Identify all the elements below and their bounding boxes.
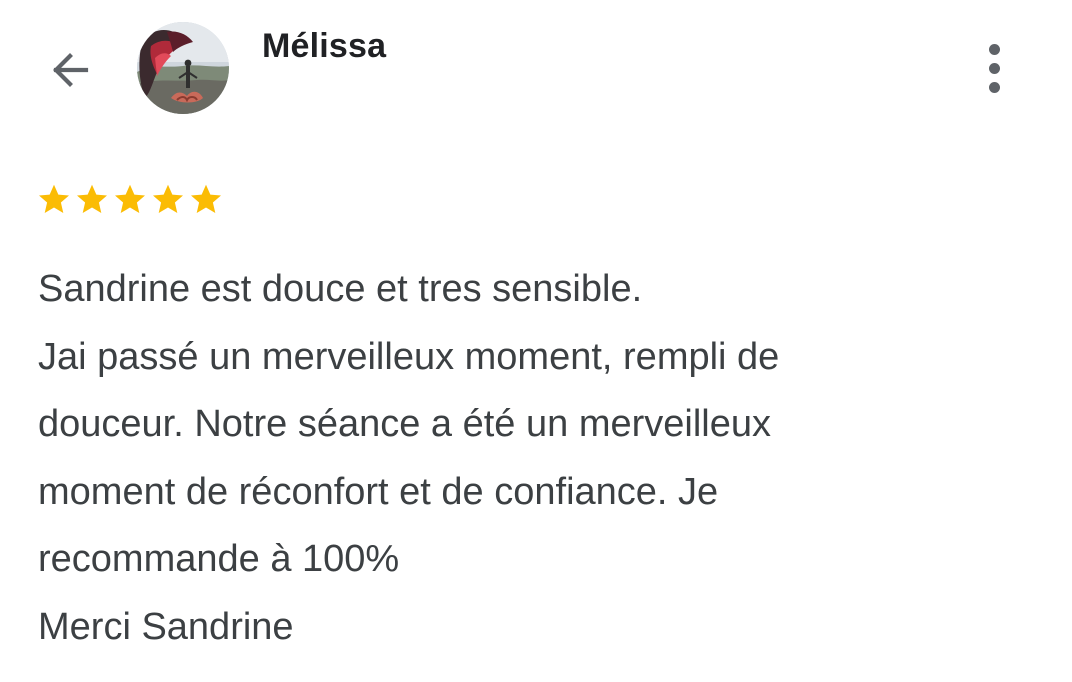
review-header: Mélissa — [0, 0, 1072, 140]
review-text: Sandrine est douce et tres sensible. Jai… — [38, 256, 1038, 661]
back-button[interactable] — [38, 38, 102, 102]
star-icon — [39, 184, 69, 214]
review-line: Merci Sandrine — [38, 605, 294, 648]
avatar[interactable] — [137, 22, 229, 114]
review-line: douceur. Notre séance a été un merveille… — [38, 403, 771, 445]
review-line: Jai passé un merveilleux moment, rempli … — [38, 335, 780, 378]
star-icon — [77, 184, 107, 214]
review-line: moment de réconfort et de confiance. Je — [38, 470, 719, 513]
arrow-back-icon — [53, 53, 89, 87]
review-line: Sandrine est douce et tres sensible. — [38, 268, 643, 310]
star-icon — [115, 184, 145, 214]
star-rating — [36, 182, 224, 218]
star-icon — [191, 184, 221, 214]
profile-photo — [137, 22, 229, 114]
more-options-button[interactable] — [966, 36, 1022, 100]
more-vertical-icon — [988, 81, 1000, 93]
star-icon — [153, 184, 183, 214]
more-vertical-icon — [988, 43, 1000, 55]
reviewer-name[interactable]: Mélissa — [262, 24, 386, 68]
more-vertical-icon — [988, 62, 1000, 74]
review-line: recommande à 100% — [38, 538, 400, 580]
